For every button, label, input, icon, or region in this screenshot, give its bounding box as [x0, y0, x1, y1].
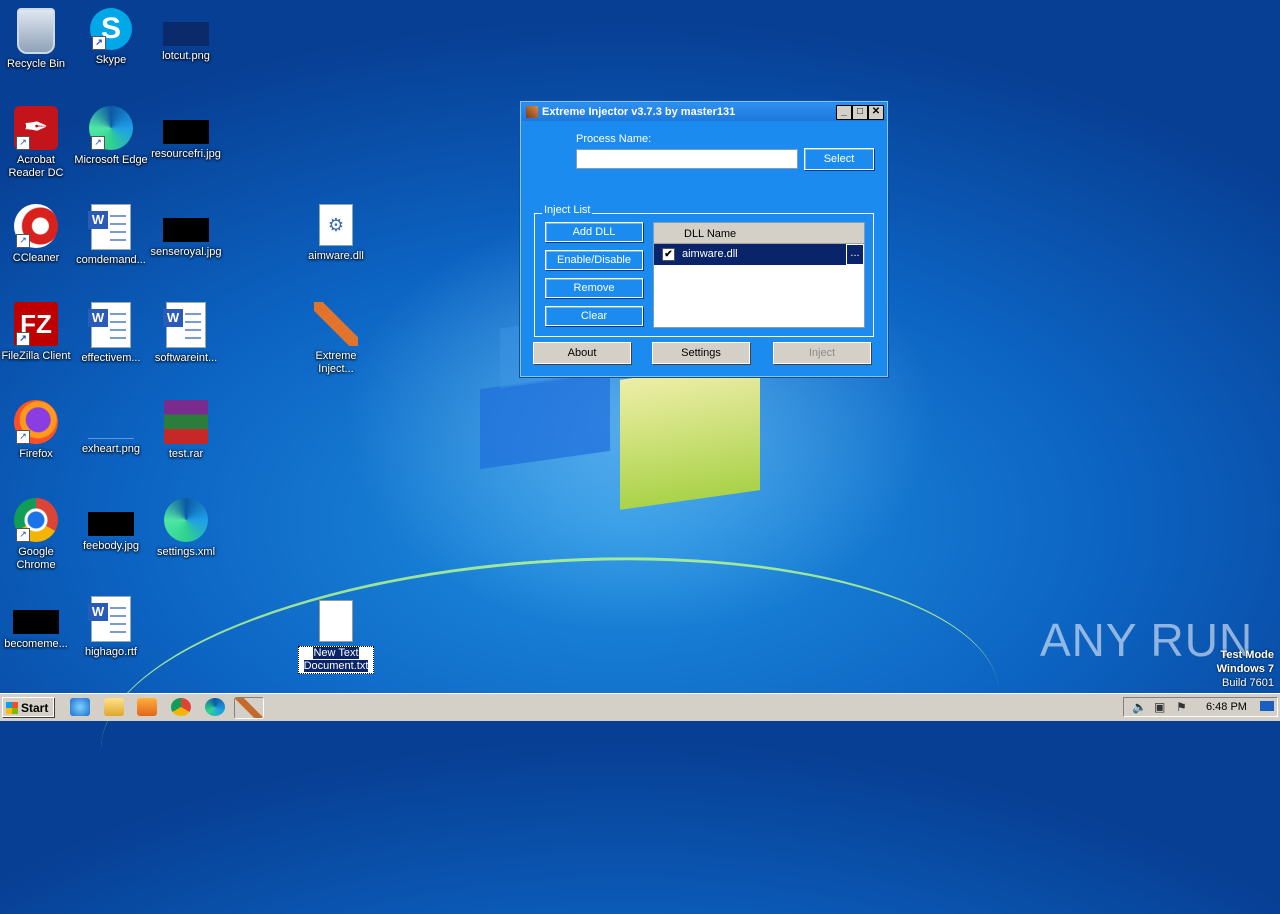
dll-file-icon: ⚙ [319, 204, 353, 246]
add-dll-button[interactable]: Add DLL [545, 222, 643, 242]
windows-flag-icon [6, 702, 18, 714]
desktop-icon-effectivem[interactable]: W effectivem... [73, 302, 149, 365]
edge-icon[interactable] [205, 698, 225, 716]
desktop-icon-extreme-injector[interactable]: Extreme Inject... [298, 302, 374, 376]
image-file-icon [88, 512, 134, 536]
winrar-archive-icon [164, 400, 208, 444]
start-button[interactable]: Start [2, 697, 54, 717]
word-document-icon: W [163, 302, 206, 348]
process-name-label: Process Name: [576, 133, 652, 145]
clear-button[interactable]: Clear [545, 306, 643, 326]
recycle-bin-icon [17, 8, 55, 54]
chrome-icon[interactable] [171, 698, 191, 716]
desktop-icon-settings-xml[interactable]: settings.xml [148, 498, 224, 559]
enabled-checkbox[interactable]: ✔ [662, 248, 675, 261]
syringe-icon [526, 106, 538, 118]
about-button[interactable]: About [533, 342, 631, 364]
firefox-icon: ↗ [14, 400, 58, 444]
maximize-button[interactable]: □ [852, 105, 868, 120]
ccleaner-icon: ↗ [14, 204, 58, 248]
dll-name: aimware.dll [682, 248, 738, 260]
desktop-icon-softwareint[interactable]: W softwareint... [148, 302, 224, 365]
window-title: Extreme Injector v3.7.3 by master131 [542, 106, 736, 118]
text-file-icon [319, 600, 353, 642]
remove-button[interactable]: Remove [545, 278, 643, 298]
desktop-icon-ccleaner[interactable]: ↗ CCleaner [0, 204, 74, 265]
select-button[interactable]: Select [804, 148, 874, 170]
file-explorer-icon[interactable] [104, 698, 124, 716]
desktop-icon-aimware-dll[interactable]: ⚙ aimware.dll [298, 204, 374, 263]
desktop-icon-new-text-document[interactable]: New Text Document.txt [298, 600, 374, 674]
word-document-icon: W [88, 596, 131, 642]
desktop-icon-filezilla[interactable]: FZ ↗ FileZilla Client [0, 302, 74, 363]
desktop-icon-comdemand[interactable]: W comdemand... [73, 204, 149, 267]
action-center-flag-icon[interactable]: ⚑ [1176, 701, 1188, 713]
desktop-icon-recycle-bin[interactable]: Recycle Bin [0, 8, 74, 71]
minimize-button[interactable]: _ [836, 105, 852, 120]
desktop-icon-feebody[interactable]: feebody.jpg [73, 498, 149, 553]
extreme-injector-window: Extreme Injector v3.7.3 by master131 _ □… [519, 100, 889, 378]
inject-list-label: Inject List [542, 204, 593, 216]
chrome-icon: ↗ [14, 498, 58, 542]
desktop-icon-firefox[interactable]: ↗ Firefox [0, 400, 74, 461]
volume-icon[interactable]: 🔈 [1132, 701, 1147, 713]
internet-explorer-icon[interactable] [70, 698, 90, 716]
desktop-icon-test-rar[interactable]: test.rar [148, 400, 224, 461]
image-file-icon [163, 22, 209, 46]
desktop-icon-highago[interactable]: W highago.rtf [73, 596, 149, 659]
desktop-icon-skype[interactable]: S ↗ Skype [73, 8, 149, 67]
image-file-icon [163, 120, 209, 144]
desktop-icon-lotcut[interactable]: lotcut.png [148, 8, 224, 63]
syringe-icon [314, 302, 358, 346]
filezilla-icon: FZ ↗ [14, 302, 58, 346]
dll-name-column-header[interactable]: DLL Name [654, 223, 864, 244]
close-button[interactable]: ✕ [868, 105, 884, 120]
desktop-icon-acrobat[interactable]: ✒ ↗ Acrobat Reader DC [0, 106, 74, 180]
browse-ellipsis-button[interactable]: ... [846, 244, 864, 265]
title-bar[interactable]: Extreme Injector v3.7.3 by master131 _ □… [522, 103, 886, 121]
desktop-icon-becomeme[interactable]: becomeme... [0, 596, 74, 651]
network-icon[interactable]: ▣ [1154, 701, 1166, 713]
process-name-input[interactable] [576, 149, 798, 169]
image-file-icon [13, 610, 59, 634]
acrobat-icon: ✒ ↗ [14, 106, 58, 150]
word-document-icon: W [88, 204, 131, 250]
desktop-icon-senseroyal[interactable]: senseroyal.jpg [148, 204, 224, 259]
image-file-icon [88, 414, 134, 439]
enable-disable-button[interactable]: Enable/Disable [545, 250, 643, 270]
rename-field[interactable]: New Text Document.txt [298, 646, 374, 674]
test-mode-notice: Test Mode Windows 7 Build 7601 [1216, 649, 1274, 689]
word-document-icon: W [88, 302, 131, 348]
edge-icon [164, 498, 208, 542]
edge-icon: ↗ [89, 106, 133, 150]
dll-list[interactable]: DLL Name ✔ aimware.dll ... [653, 222, 865, 328]
clock[interactable]: 6:48 PM [1206, 698, 1247, 716]
desktop-icon-exheart[interactable]: exheart.png [73, 400, 149, 456]
image-file-icon [163, 218, 209, 242]
skype-icon: S ↗ [90, 8, 132, 50]
desktop-icon-resourcefri[interactable]: resourcefri.jpg [148, 106, 224, 161]
show-desktop-icon[interactable] [1260, 701, 1274, 711]
desktop-icon-chrome[interactable]: ↗ Google Chrome [0, 498, 74, 572]
system-tray: 🔈 ▣ ⚑ 6:48 PM [1123, 697, 1278, 717]
dll-list-row[interactable]: ✔ aimware.dll ... [654, 244, 864, 265]
taskbar: Start 🔈 ▣ ⚑ 6:48 PM [0, 693, 1280, 721]
extreme-injector-taskbar-icon[interactable] [234, 697, 264, 719]
inject-button: Inject [773, 342, 871, 364]
wallpaper-swoosh [89, 529, 1011, 914]
settings-button[interactable]: Settings [652, 342, 750, 364]
media-player-icon[interactable] [137, 698, 157, 716]
desktop-icon-edge[interactable]: ↗ Microsoft Edge [73, 106, 149, 167]
